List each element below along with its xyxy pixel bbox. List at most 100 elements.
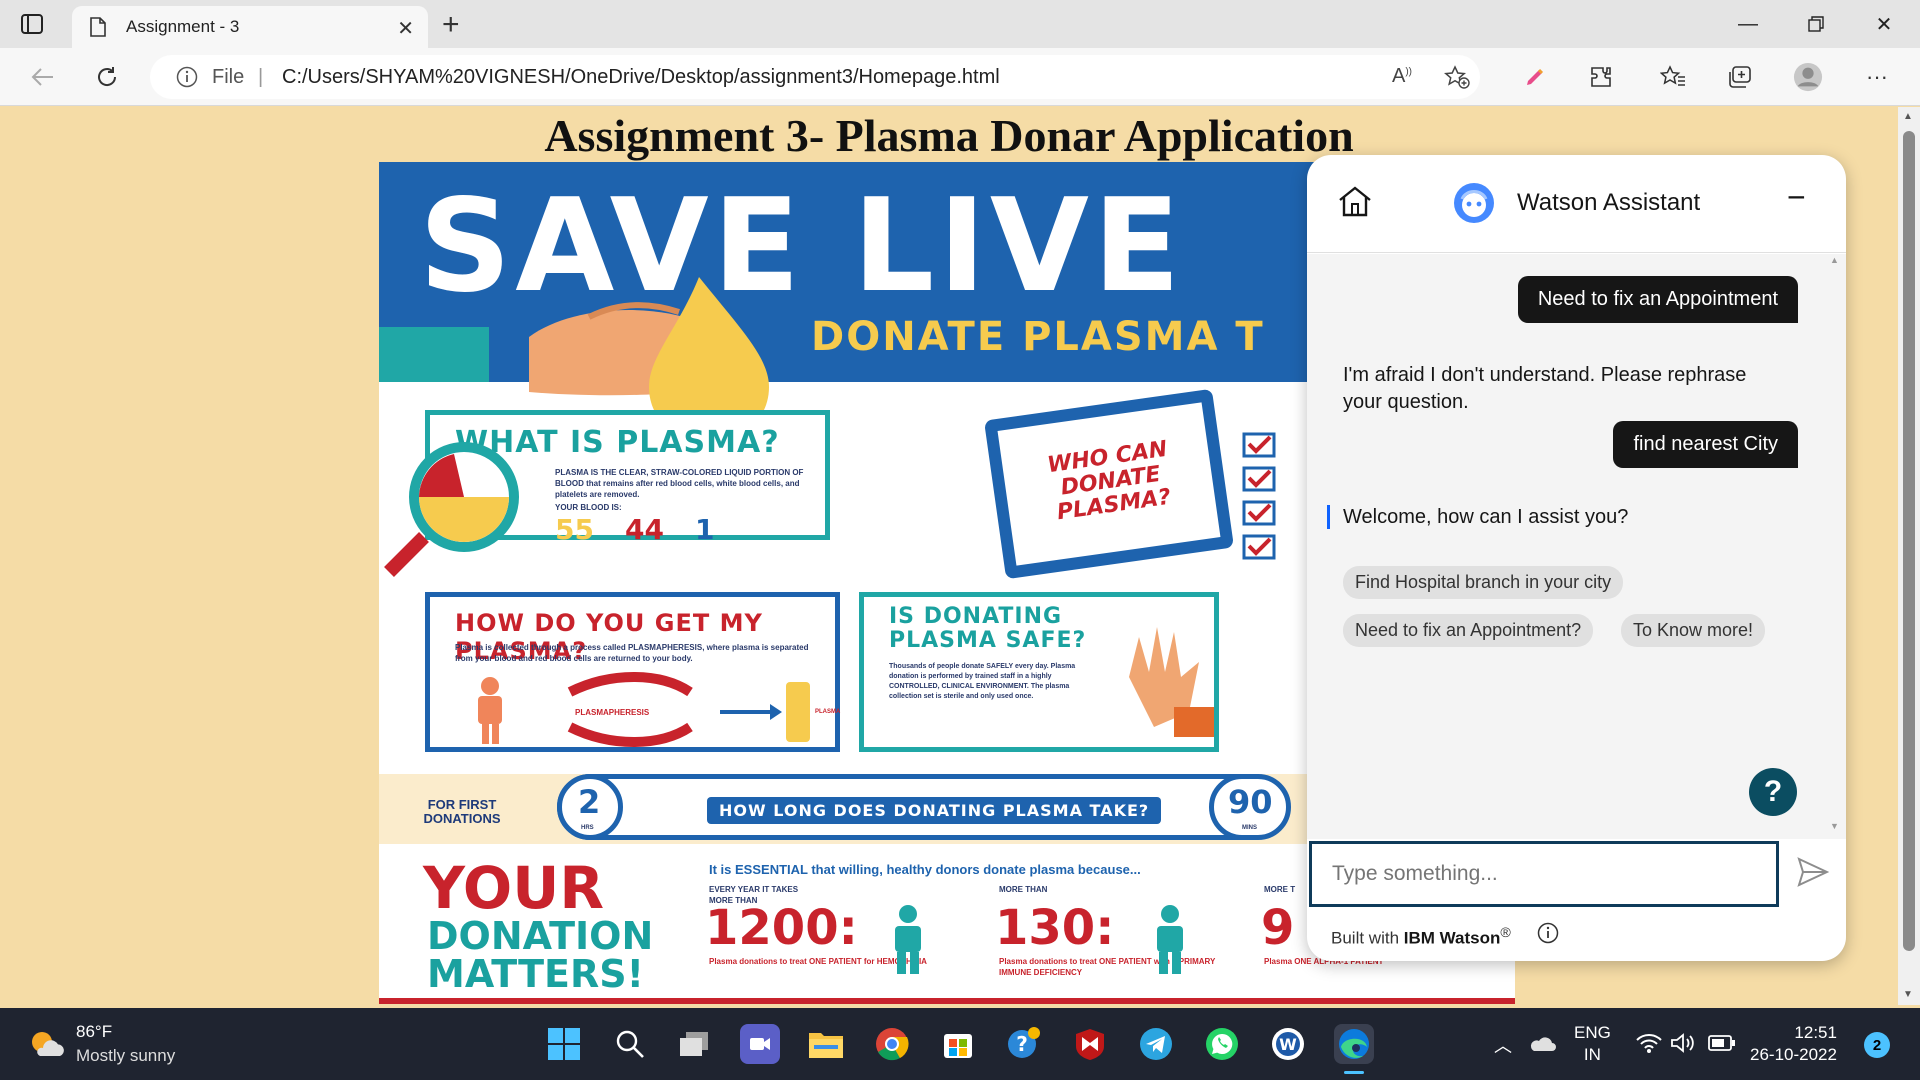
figure-2-value: 130: [995,900,1115,956]
close-window-button[interactable]: ✕ [1864,10,1904,38]
tab-strip: Assignment - 3 ✕ + — ✕ [0,0,1920,48]
svg-text:W: W [1279,1035,1297,1054]
region-code: IN [1583,1045,1601,1064]
task-view-icon[interactable] [674,1024,714,1064]
address-url[interactable]: C:/Users/SHYAM%20VIGNESH/OneDrive/Deskto… [282,66,1000,89]
page-viewport: Assignment 3- Plasma Donar Application S… [0,107,1898,1005]
first-time-clock: 2 HRS [557,774,623,840]
stat-plasma: 55 [555,513,594,546]
page-scrollbar-thumb[interactable] [1903,131,1915,951]
svg-text:?: ? [1016,1032,1028,1056]
chrome-icon[interactable] [872,1024,912,1064]
notification-badge[interactable]: 2 [1864,1032,1890,1058]
is-donating-safe-title: IS DONATING PLASMA SAFE? [889,604,1087,653]
document-icon [90,17,106,42]
watson-header: Watson Assistant − [1307,155,1846,253]
minimize-window-button[interactable]: — [1728,10,1768,38]
how-get-plasma-text: Plasma is collected through a process ca… [455,643,809,663]
pen-extension-icon[interactable] [1520,62,1550,92]
tab-actions-icon[interactable] [18,12,46,36]
how-get-plasma-box: HOW DO YOU GET MY PLASMA? Plasma is coll… [425,592,840,752]
app-w-icon[interactable]: W [1268,1024,1308,1064]
return-time-unit: MINS [1242,825,1257,831]
wifi-icon[interactable] [1636,1032,1662,1059]
first-time-unit: HRS [581,825,594,831]
option-find-hospital[interactable]: Find Hospital branch in your city [1343,566,1624,599]
scroll-down-icon[interactable]: ▼ [1830,821,1839,831]
active-app-indicator [1344,1071,1364,1074]
edge-icon[interactable] [1334,1024,1374,1074]
start-icon[interactable] [544,1024,584,1064]
who-can-donate-title: WHO CAN DONATE PLASMA? [1045,436,1173,526]
stat-white-cells: 1 [695,513,715,546]
chat-transcript: Need to fix an Appointment I'm afraid I … [1307,254,1846,839]
option-fix-appointment[interactable]: Need to fix an Appointment? [1343,614,1594,647]
file-explorer-icon[interactable] [806,1024,846,1064]
plasmapheresis-diagram [478,672,810,747]
whatsapp-icon[interactable] [1202,1024,1242,1064]
language-code: ENG [1574,1023,1611,1042]
option-know-more[interactable]: To Know more! [1621,614,1766,647]
bot-message: Welcome, how can I assist you? [1343,506,1629,528]
is-donating-safe-text: Thousands of people donate SAFELY every … [889,663,1076,700]
telegram-icon[interactable] [1136,1024,1176,1064]
microsoft-store-icon[interactable] [938,1024,978,1064]
person-icon [895,905,921,974]
send-icon[interactable] [1797,857,1830,892]
figure-3-value: 9 [1261,900,1295,956]
taskbar: 86°F Mostly sunny ? W ︿ ENG IN 12:51 26-… [0,1008,1920,1080]
onedrive-icon[interactable] [1528,1034,1556,1057]
scroll-down-icon[interactable]: ▼ [1903,989,1913,1000]
user-message: Need to fix an Appointment [1517,276,1798,323]
restore-window-button[interactable] [1796,10,1836,38]
browser-toolbar: File | C:/Users/SHYAM%20VIGNESH/OneDrive… [0,48,1920,106]
your-blood-label: YOUR BLOOD IS: [555,503,622,512]
watson-footer: Built with IBM Watson® [1307,911,1846,961]
minimize-chat-button[interactable]: − [1787,179,1806,216]
read-aloud-icon[interactable]: A)) [1392,65,1412,88]
search-icon[interactable] [610,1024,650,1064]
volume-icon[interactable] [1670,1032,1696,1059]
home-icon[interactable] [1337,185,1373,222]
tab-close-icon[interactable]: ✕ [397,16,414,41]
more-options-icon[interactable]: ··· [1862,62,1892,92]
scroll-up-icon[interactable]: ▲ [1903,111,1913,122]
info-icon[interactable] [176,66,198,93]
browser-tab[interactable]: Assignment - 3 ✕ [72,6,428,48]
add-favorite-icon[interactable] [1443,65,1470,95]
address-bar[interactable]: File | C:/Users/SHYAM%20VIGNESH/OneDrive… [150,55,1480,99]
tab-title: Assignment - 3 [126,17,240,36]
first-time-value: 2 [578,783,601,821]
info-icon[interactable] [1537,922,1559,949]
weather-temperature: 86°F [76,1022,113,1041]
help-button[interactable]: ? [1749,768,1797,816]
teams-chat-icon[interactable] [740,1024,780,1064]
page-scrollbar[interactable]: ▲ ▼ [1898,107,1920,1005]
chat-scrollbar[interactable]: ▲ ▼ [1830,255,1840,835]
chat-input-box[interactable] [1309,841,1779,907]
show-hidden-icons[interactable]: ︿ [1494,1032,1512,1058]
get-help-icon[interactable]: ? [1004,1024,1044,1064]
magnifier-icon [384,442,519,577]
battery-icon[interactable] [1708,1034,1736,1057]
clock-time: 12:51 [1794,1023,1837,1042]
collections-icon[interactable] [1725,62,1755,92]
profile-avatar[interactable] [1793,62,1823,92]
mcafee-icon[interactable] [1070,1024,1110,1064]
figure-1-value: 1200: [705,900,858,956]
back-icon[interactable] [28,62,58,92]
favorites-icon[interactable] [1658,62,1688,92]
plasma-bag-label: PLASMA [815,709,841,715]
clock[interactable]: 12:51 26-10-2022 [1750,1022,1837,1066]
address-scheme: File [212,66,245,88]
scroll-up-icon[interactable]: ▲ [1830,255,1839,265]
language-indicator[interactable]: ENG IN [1574,1022,1611,1066]
what-is-plasma-text: PLASMA IS THE CLEAR, STRAW-COLORED LIQUI… [555,468,804,499]
return-time-value: 90 [1228,783,1273,821]
essential-text: It is ESSENTIAL that willing, healthy do… [709,862,1141,877]
extensions-icon[interactable] [1586,62,1616,92]
chat-message-input[interactable] [1312,844,1776,904]
reload-icon[interactable] [92,62,122,92]
weather-icon[interactable] [28,1028,64,1065]
new-tab-button[interactable]: + [442,8,460,42]
